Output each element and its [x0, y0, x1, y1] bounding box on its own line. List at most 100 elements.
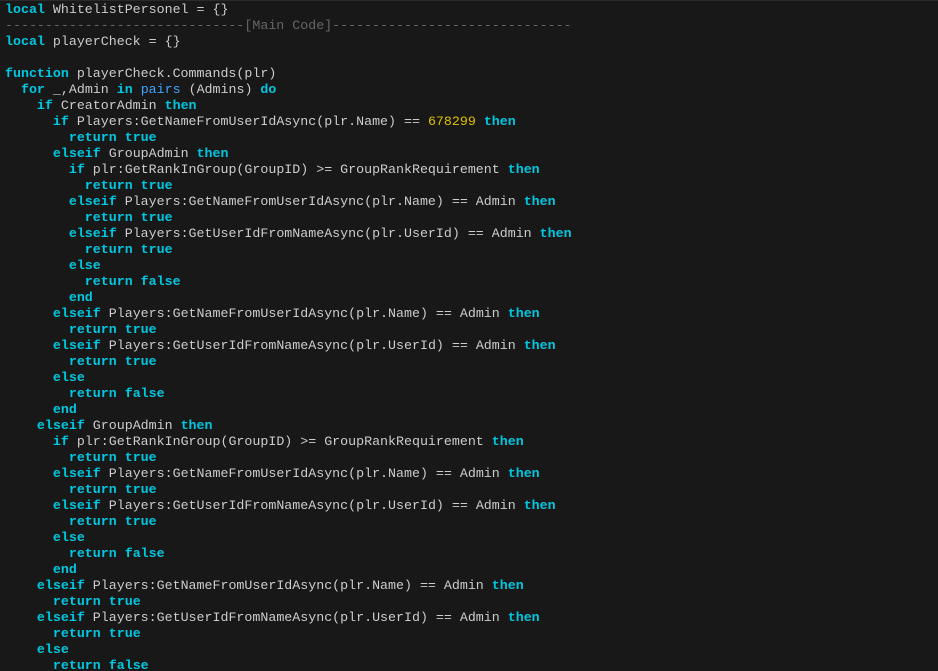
code-line: return false — [5, 546, 572, 562]
code-line: elseif Players:GetUserIdFromNameAsync(pl… — [5, 226, 572, 242]
keyword-token: elseif — [52, 498, 101, 513]
code-line: return true — [5, 482, 572, 498]
code-line: return true — [5, 594, 572, 610]
keyword-token: function — [5, 66, 69, 81]
keyword-token: return — [68, 386, 117, 401]
keyword-token: true — [124, 130, 157, 145]
keyword-token: return — [68, 546, 117, 561]
code-text: plr:GetRankInGroup(GroupID) >= GroupRank… — [84, 162, 508, 177]
code-text: Players:GetNameFromUserIdAsync(plr.Name)… — [116, 194, 524, 209]
keyword-token: elseif — [68, 194, 117, 209]
code-text: (Admins) — [180, 82, 261, 97]
code-editor[interactable]: local WhitelistPersonel = {} ------------… — [0, 0, 938, 671]
code-line: return true — [5, 178, 572, 194]
keyword-token: true — [124, 482, 157, 497]
keyword-token: true — [124, 450, 157, 465]
code-line: if Players:GetNameFromUserIdAsync(plr.Na… — [5, 114, 572, 130]
keyword-token: true — [124, 354, 157, 369]
code-line: local WhitelistPersonel = {} — [5, 2, 572, 18]
code-line: ------------------------------[Main Code… — [5, 18, 572, 34]
code-text: GroupAdmin — [100, 146, 197, 161]
keyword-token: return — [68, 322, 117, 337]
keyword-token: then — [491, 434, 524, 449]
keyword-token: elseif — [52, 306, 101, 321]
code-line: local playerCheck = {} — [5, 34, 572, 50]
code-line: function playerCheck.Commands(plr) — [5, 66, 572, 82]
keyword-token: elseif — [52, 338, 101, 353]
keyword-token: elseif — [52, 146, 101, 161]
code-text: Players:GetNameFromUserIdAsync(plr.Name)… — [68, 114, 428, 129]
keyword-token: return — [52, 594, 101, 609]
keyword-token: true — [140, 178, 173, 193]
keyword-token: return — [84, 242, 133, 257]
keyword-token: return — [52, 658, 101, 671]
code-line: return true — [5, 514, 572, 530]
code-line: return false — [5, 658, 572, 671]
keyword-token: return — [68, 130, 117, 145]
code-line: elseif GroupAdmin then — [5, 146, 572, 162]
code-text: GroupAdmin — [84, 418, 181, 433]
keyword-token: false — [124, 386, 165, 401]
code-text: Players:GetNameFromUserIdAsync(plr.Name)… — [100, 306, 508, 321]
code-line: elseif Players:GetNameFromUserIdAsync(pl… — [5, 306, 572, 322]
number-token: 678299 — [427, 114, 476, 129]
keyword-token: if — [68, 162, 85, 177]
code-text: Players:GetNameFromUserIdAsync(plr.Name)… — [84, 578, 492, 593]
code-line: return true — [5, 210, 572, 226]
keyword-token: then — [523, 498, 556, 513]
code-line: elseif GroupAdmin then — [5, 418, 572, 434]
keyword-token: then — [507, 466, 540, 481]
code-line: return false — [5, 386, 572, 402]
keyword-token: local — [5, 2, 45, 17]
keyword-token: elseif — [52, 466, 101, 481]
keyword-token: else — [36, 642, 69, 657]
keyword-token: false — [140, 274, 181, 289]
code-line: if CreatorAdmin then — [5, 98, 572, 114]
code-line: return true — [5, 322, 572, 338]
code-line: elseif Players:GetNameFromUserIdAsync(pl… — [5, 466, 572, 482]
code-content[interactable]: local WhitelistPersonel = {} ------------… — [5, 2, 572, 671]
keyword-token: then — [507, 306, 540, 321]
keyword-token: elseif — [36, 418, 85, 433]
code-line: end — [5, 290, 572, 306]
code-line: else — [5, 370, 572, 386]
keyword-token: elseif — [36, 578, 85, 593]
code-text: playerCheck = {} — [44, 34, 181, 49]
code-line: return true — [5, 242, 572, 258]
keyword-token: then — [507, 610, 540, 625]
code-text: Players:GetUserIdFromNameAsync(plr.UserI… — [116, 226, 540, 241]
keyword-token: in — [116, 82, 133, 97]
keyword-token: return — [68, 450, 117, 465]
code-text: Players:GetUserIdFromNameAsync(plr.UserI… — [84, 610, 508, 625]
keyword-token: return — [84, 210, 133, 225]
code-line: if plr:GetRankInGroup(GroupID) >= GroupR… — [5, 162, 572, 178]
keyword-token: return — [68, 514, 117, 529]
keyword-token: if — [52, 434, 69, 449]
